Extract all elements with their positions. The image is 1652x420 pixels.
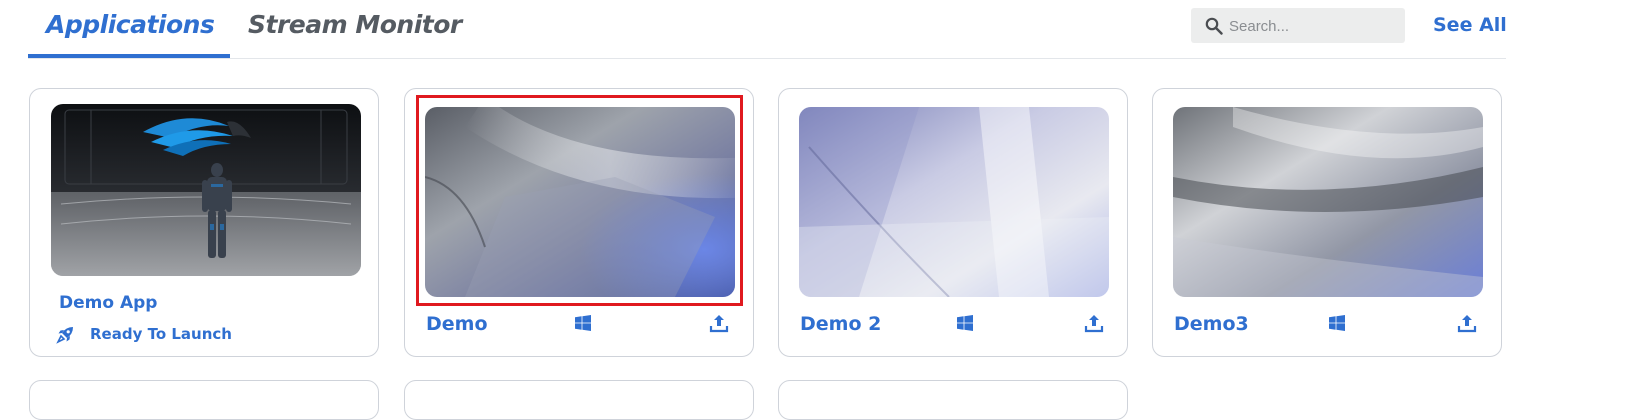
app-title[interactable]: Demo	[426, 313, 488, 335]
upload-icon[interactable]	[1084, 313, 1104, 333]
app-thumbnail[interactable]	[1173, 107, 1483, 297]
search-icon	[1205, 17, 1223, 35]
app-card-partial[interactable]	[29, 380, 379, 420]
windows-icon	[957, 315, 973, 331]
rocket-icon	[56, 327, 73, 344]
windows-icon	[1329, 315, 1345, 331]
upload-icon[interactable]	[1457, 313, 1477, 333]
app-card-partial[interactable]	[404, 380, 754, 420]
app-title[interactable]: Demo 2	[800, 313, 881, 335]
app-thumbnail[interactable]	[51, 104, 361, 276]
app-card-demo-app[interactable]: Demo App Ready To Launch	[29, 88, 379, 357]
see-all-link[interactable]: See All	[1433, 14, 1507, 36]
app-card-demo3[interactable]: Demo3	[1152, 88, 1502, 357]
selection-highlight	[416, 95, 743, 306]
tab-stream-monitor[interactable]: Stream Monitor	[248, 6, 462, 44]
windows-icon	[575, 315, 591, 331]
search-input[interactable]	[1227, 8, 1401, 45]
active-tab-indicator	[28, 54, 230, 58]
upload-icon[interactable]	[709, 313, 729, 333]
app-card-partial[interactable]	[778, 380, 1128, 420]
tab-applications[interactable]: Applications	[46, 6, 215, 44]
app-title[interactable]: Demo App	[59, 293, 157, 313]
app-title[interactable]: Demo3	[1174, 313, 1249, 335]
app-card-demo-2[interactable]: Demo 2	[778, 88, 1128, 357]
app-thumbnail[interactable]	[799, 107, 1109, 297]
launch-status-label: Ready To Launch	[90, 325, 232, 343]
search-box[interactable]	[1191, 8, 1405, 45]
